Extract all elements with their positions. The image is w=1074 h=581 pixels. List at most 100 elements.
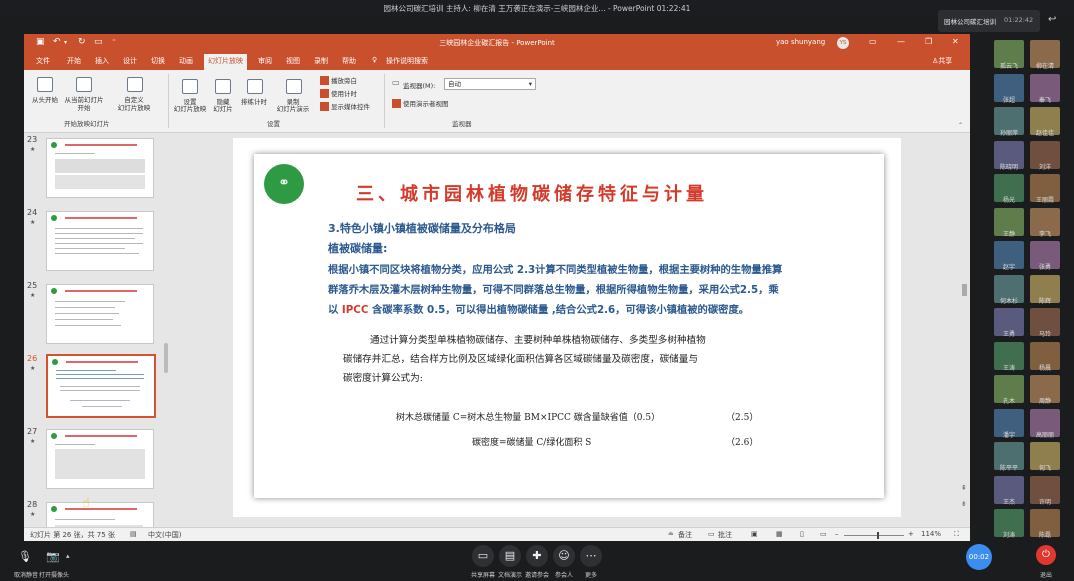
slide-vertical-scrollbar[interactable] [960,133,969,527]
tab-record[interactable]: 录制 [314,56,328,66]
tab-slideshow[interactable]: 幻灯片放映 [204,54,247,70]
recording-timer[interactable]: 00:02 [966,544,992,570]
fit-slide-icon[interactable]: ⛶ [954,530,959,539]
microphone-icon[interactable]: 🎙 [14,546,36,568]
participant-name: 周静 [1038,398,1051,405]
document-icon[interactable]: ▤ [499,545,521,567]
thumbnail-scrollbar[interactable] [164,343,168,373]
previous-slide-icon[interactable]: ⇞ [961,484,967,492]
leave-icon[interactable]: ⏻ [1036,545,1056,565]
participant-name: 孙丽萍 [999,130,1018,137]
presenter-view-checkbox[interactable] [392,99,401,108]
formula-2-6-number: （2.6） [726,438,759,448]
tab-transitions[interactable]: 切换 [151,56,165,66]
slide-sorter-icon[interactable]: ▦ [776,530,783,538]
thumbnail-star: ★ [30,511,36,518]
participant-name: 杨光 [1002,197,1015,204]
notes-icon[interactable]: ≐ [668,530,674,538]
tell-me-search[interactable]: 操作说明搜索 [386,56,428,66]
participant-name: 陈磊 [1038,532,1051,539]
slide-thumbnail-26-selected[interactable] [46,354,156,418]
zoom-slider-knob[interactable] [877,532,879,539]
participant-name: 何飞 [1038,465,1051,472]
thumbnail-star: ★ [30,219,36,226]
meeting-title: 园林公司碳汇培训 主持人: 柳在清 王万袭正在演示-三峡园林企业... - Po… [383,4,691,13]
comments-button[interactable]: 批注 [718,530,732,540]
custom-slideshow-icon[interactable] [127,77,143,92]
slide-thumbnail-27[interactable] [46,429,154,489]
tab-animations[interactable]: 动画 [179,56,193,66]
zoom-in-icon[interactable]: + [908,530,914,538]
participant-name: 孤云飞 [999,63,1018,70]
slideshow-view-icon[interactable]: ▭ [820,530,827,538]
close-icon[interactable]: ✕ [952,37,959,46]
members-icon[interactable]: ☺ [553,545,575,567]
user-avatar[interactable]: YS [837,37,849,49]
tab-design[interactable]: 设计 [123,56,137,66]
slide-thumbnail-23[interactable] [46,138,154,198]
slide-thumbnail-28[interactable] [46,502,154,527]
comments-icon[interactable]: ▭ [708,530,715,538]
mini-window-badge[interactable]: 园林公司碳汇培训 01:22:42 [938,10,1040,32]
show-media-controls-label: 显示媒体控件 [331,103,370,111]
maximize-icon[interactable]: ❐ [925,37,932,46]
tab-help[interactable]: 帮助 [342,56,356,66]
slide-thumbnail-25[interactable] [46,284,154,344]
from-beginning-button[interactable]: 从头开始 [28,94,62,104]
minimize-icon[interactable]: — [897,37,905,46]
participant-name: 李飞 [1038,230,1051,238]
tab-file[interactable]: 文件 [36,56,50,66]
record-slideshow-icon[interactable] [286,79,302,94]
reading-view-icon[interactable]: ▯ [800,530,804,538]
collapse-ribbon-icon[interactable]: ⌃ [958,122,963,129]
language-indicator[interactable]: 中文(中国) [148,530,181,540]
hide-slide-icon[interactable] [215,79,231,94]
presenter-view-label: 使用演示者视图 [403,100,449,108]
rehearse-timings-button[interactable]: 排练计时 [236,96,272,106]
use-timings-label: 使用计时 [331,90,357,98]
tab-insert[interactable]: 插入 [95,56,109,66]
handshake-icon: ⚭ [278,175,290,191]
play-narration-label: 播放旁白 [331,77,357,85]
participants-panel: 孤云飞 柳在清 张超 秦飞 孙丽萍 赵佳佳 陈晓明 刘洋 杨光 王丽霞 王静 李飞 赵宇 张勇 何木杉 陈辉王… [994,40,1074,540]
rehearse-timings-icon[interactable] [247,79,263,94]
back-icon[interactable]: ↩ [1048,14,1056,25]
monitor-select[interactable]: 自动 ▾ [444,78,536,90]
lightbulb-icon[interactable]: ♀ [372,56,377,64]
accessibility-icon[interactable]: ▤ [130,530,137,538]
play-narration-checkbox[interactable] [320,76,329,85]
camera-icon[interactable]: 📷 [42,546,64,568]
slide-body-line-2: 碳储存并汇总，结合样方比例及区域绿化面积估算各区域碳储量及碳密度，碳储量与 [343,354,698,365]
user-name[interactable]: yao shunyang [776,38,825,46]
notes-button[interactable]: 备注 [678,530,692,540]
setup-slideshow-icon[interactable] [182,79,198,94]
normal-view-icon[interactable]: ▣ [751,530,758,538]
ribbon-display-icon[interactable]: ▭ [869,37,877,46]
slide-thumbnail-24[interactable] [46,211,154,271]
show-media-controls-checkbox[interactable] [320,102,329,111]
thumbnail-number: 28 [27,500,38,509]
from-beginning-icon[interactable] [37,77,53,92]
share-button[interactable]: ♙共享 [932,56,952,66]
zoom-out-icon[interactable]: – [835,530,839,538]
use-timings-checkbox[interactable] [320,89,329,98]
share-screen-icon[interactable]: ▭ [472,545,494,567]
from-current-icon[interactable] [76,77,92,92]
status-bar: 幻灯片 第 26 张，共 75 张 ▤ 中文(中国) ≐ 备注 ▭ 批注 ▣ ▦… [24,527,970,541]
tab-review[interactable]: 审阅 [258,56,272,66]
more-icon[interactable]: ⋯ [580,545,602,567]
from-current-label-2: 开始 [77,104,91,112]
slide-paragraph-line-1: 根据小镇不同区块将植物分类，应用公式 2.3计算不同类型植被生物量，根据主要树种… [328,264,783,276]
next-slide-icon[interactable]: ⇟ [961,500,967,508]
hide-slide-label-2: 幻灯片 [213,105,233,113]
tab-home[interactable]: 开始 [67,56,81,66]
zoom-slider[interactable] [844,535,904,536]
chevron-up-icon[interactable]: ▴ [66,552,70,560]
scrollbar-thumb[interactable] [962,284,967,296]
more-label: 更多 [584,572,597,579]
current-slide[interactable]: ⚭ 三、城市园林植物碳储存特征与计量 3.特色小镇小镇植被碳储量及分布格局 植被… [254,154,884,498]
invite-icon[interactable]: ✚ [526,545,548,567]
zoom-level[interactable]: 114% [921,530,941,538]
tab-view[interactable]: 视图 [286,56,300,66]
group-start-slideshow: 开始放映幻灯片 [64,120,110,128]
